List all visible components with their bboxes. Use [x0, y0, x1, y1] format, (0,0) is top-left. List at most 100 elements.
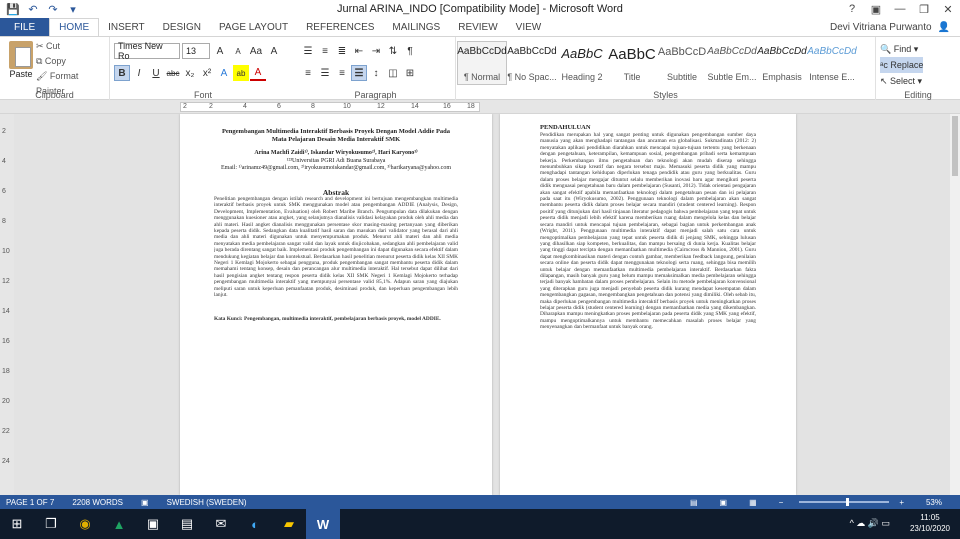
decrease-indent-icon[interactable]: ⇤	[351, 43, 367, 59]
edge-icon[interactable]: ◐	[238, 509, 272, 539]
document-canvas[interactable]: Pengembangan Multimedia Interaktif Berba…	[14, 114, 950, 495]
windows-start-icon[interactable]: ⊞	[0, 509, 34, 539]
subscript-button[interactable]: x₂	[182, 65, 198, 81]
style-heading-2[interactable]: AaBbC Heading 2	[557, 41, 607, 85]
bold-button[interactable]: B	[114, 65, 130, 81]
justify-icon[interactable]: ☰	[351, 65, 367, 81]
chrome-icon[interactable]: ◉	[68, 509, 102, 539]
clock[interactable]: 11:05 23/10/2020	[910, 512, 950, 534]
tab-review[interactable]: REVIEW	[449, 18, 506, 36]
style-emphasis[interactable]: AaBbCcDd Emphasis	[757, 41, 807, 85]
task-view-icon[interactable]: ❐	[34, 509, 68, 539]
vruler-mark: 10	[2, 248, 10, 255]
system-tray[interactable]: ^ ☁ 🔊 ▭	[850, 518, 890, 529]
restore-button[interactable]: ❐	[912, 0, 936, 18]
web-layout-icon[interactable]: ▦	[749, 498, 757, 507]
vruler-mark: 16	[2, 338, 10, 345]
word-icon[interactable]: W	[306, 509, 340, 539]
tab-design[interactable]: DESIGN	[154, 18, 210, 36]
cut-button[interactable]: ✂ Cut	[36, 39, 109, 54]
help-button[interactable]: ?	[840, 0, 864, 18]
vruler-mark: 2	[2, 128, 6, 135]
style-no-spacing[interactable]: AaBbCcDd ¶ No Spac...	[507, 41, 557, 85]
italic-button[interactable]: I	[131, 65, 147, 81]
sticky-notes-icon[interactable]: ▰	[272, 509, 306, 539]
read-mode-icon[interactable]: ▤	[690, 498, 698, 507]
superscript-button[interactable]: x²	[199, 65, 215, 81]
align-center-icon[interactable]: ☰	[317, 65, 333, 81]
scrollbar-thumb[interactable]	[952, 116, 958, 176]
strikethrough-button[interactable]: abc	[165, 65, 181, 81]
proofing-icon[interactable]: ▣	[141, 498, 149, 507]
replace-button[interactable]: ᵃc Replace	[880, 57, 924, 73]
line-spacing-icon[interactable]: ↕	[368, 65, 384, 81]
user-account[interactable]: Devi Vitriana Purwanto 👤	[830, 18, 950, 36]
customize-qat-icon[interactable]: ▾	[66, 2, 80, 16]
ruler-mark: 2	[183, 103, 187, 110]
document-page-1[interactable]: Pengembangan Multimedia Interaktif Berba…	[180, 114, 492, 495]
introduction-text: Pendidikan merupakan hal yang sangat pen…	[540, 132, 756, 331]
change-case-button[interactable]: Aa	[248, 43, 264, 59]
store-icon[interactable]: ▤	[170, 509, 204, 539]
align-left-icon[interactable]: ≡	[300, 65, 316, 81]
style-title[interactable]: AaBbC Title	[607, 41, 657, 85]
print-layout-icon[interactable]: ▣	[720, 498, 728, 507]
paste-button[interactable]: Paste	[6, 41, 36, 79]
tab-home[interactable]: HOME	[49, 18, 100, 36]
language-indicator[interactable]: SWEDISH (SWEDEN)	[167, 498, 247, 507]
mail-icon[interactable]: ✉	[204, 509, 238, 539]
style-intense-emphasis[interactable]: AaBbCcDd Intense E...	[807, 41, 857, 85]
underline-button[interactable]: U	[148, 65, 164, 81]
font-name-select[interactable]: Times New Ro	[114, 41, 180, 61]
vertical-scrollbar[interactable]	[950, 114, 960, 495]
ribbon-display-button[interactable]: ▣	[864, 0, 888, 18]
tab-file[interactable]: FILE	[0, 18, 50, 36]
photos-icon[interactable]: ▣	[136, 509, 170, 539]
sort-icon[interactable]: ⇅	[385, 43, 401, 59]
numbering-icon[interactable]: ≡	[317, 43, 333, 59]
tab-mailings[interactable]: MAILINGS	[383, 18, 449, 36]
select-button[interactable]: ↖ Select ▾	[880, 73, 923, 89]
highlight-button[interactable]: ab	[233, 65, 249, 81]
style-normal[interactable]: AaBbCcDd ¶ Normal	[457, 41, 507, 85]
font-color-button[interactable]: A	[250, 65, 266, 81]
style-subtle-emphasis[interactable]: AaBbCcDd Subtle Em...	[707, 41, 757, 85]
align-right-icon[interactable]: ≡	[334, 65, 350, 81]
zoom-out-button[interactable]: −	[779, 498, 784, 507]
zoom-slider[interactable]	[799, 498, 890, 506]
grow-font-button[interactable]: A	[212, 43, 228, 59]
shrink-font-button[interactable]: A	[230, 43, 246, 59]
zoom-in-button[interactable]: +	[899, 498, 904, 507]
minimize-button[interactable]: —	[888, 0, 912, 18]
font-size-select[interactable]: 13	[182, 43, 210, 59]
shading-icon[interactable]: ◫	[385, 65, 401, 81]
show-marks-icon[interactable]: ¶	[402, 43, 418, 59]
tab-view[interactable]: VIEW	[507, 18, 551, 36]
horizontal-ruler[interactable]: 2 2 4 6 8 10 12 14 16 18	[0, 100, 960, 114]
drive-icon[interactable]: ▲	[102, 509, 136, 539]
borders-icon[interactable]: ⊞	[402, 65, 418, 81]
style-subtitle[interactable]: AaBbCcD Subtitle	[657, 41, 707, 85]
bullets-icon[interactable]: ☰	[300, 43, 316, 59]
close-button[interactable]: ✕	[936, 0, 960, 18]
style-preview: AaBbC	[561, 46, 603, 61]
vertical-ruler[interactable]: 2 4 6 8 10 12 14 16 18 20 22 24	[0, 114, 14, 495]
zoom-slider-thumb[interactable]	[845, 498, 849, 506]
document-page-2[interactable]: PENDAHULUAN Pendidikan merupakan hal yan…	[500, 114, 796, 495]
increase-indent-icon[interactable]: ⇥	[368, 43, 384, 59]
word-count[interactable]: 2208 WORDS	[72, 498, 123, 507]
tab-page-layout[interactable]: PAGE LAYOUT	[210, 18, 297, 36]
tab-insert[interactable]: INSERT	[99, 18, 154, 36]
clear-formatting-button[interactable]: A	[266, 43, 282, 59]
text-effects-button[interactable]: A	[216, 65, 232, 81]
tab-references[interactable]: REFERENCES	[297, 18, 383, 36]
redo-icon[interactable]: ↷	[46, 2, 60, 16]
zoom-level[interactable]: 53%	[926, 498, 942, 507]
ruler-mark: 18	[467, 103, 475, 110]
multilevel-list-icon[interactable]: ≣	[334, 43, 350, 59]
copy-button[interactable]: ⧉ Copy	[36, 54, 109, 69]
save-icon[interactable]: 💾	[6, 2, 20, 16]
page-count[interactable]: PAGE 1 OF 7	[6, 498, 54, 507]
find-button[interactable]: 🔍 Find ▾	[880, 41, 923, 57]
undo-icon[interactable]: ↶	[26, 2, 40, 16]
